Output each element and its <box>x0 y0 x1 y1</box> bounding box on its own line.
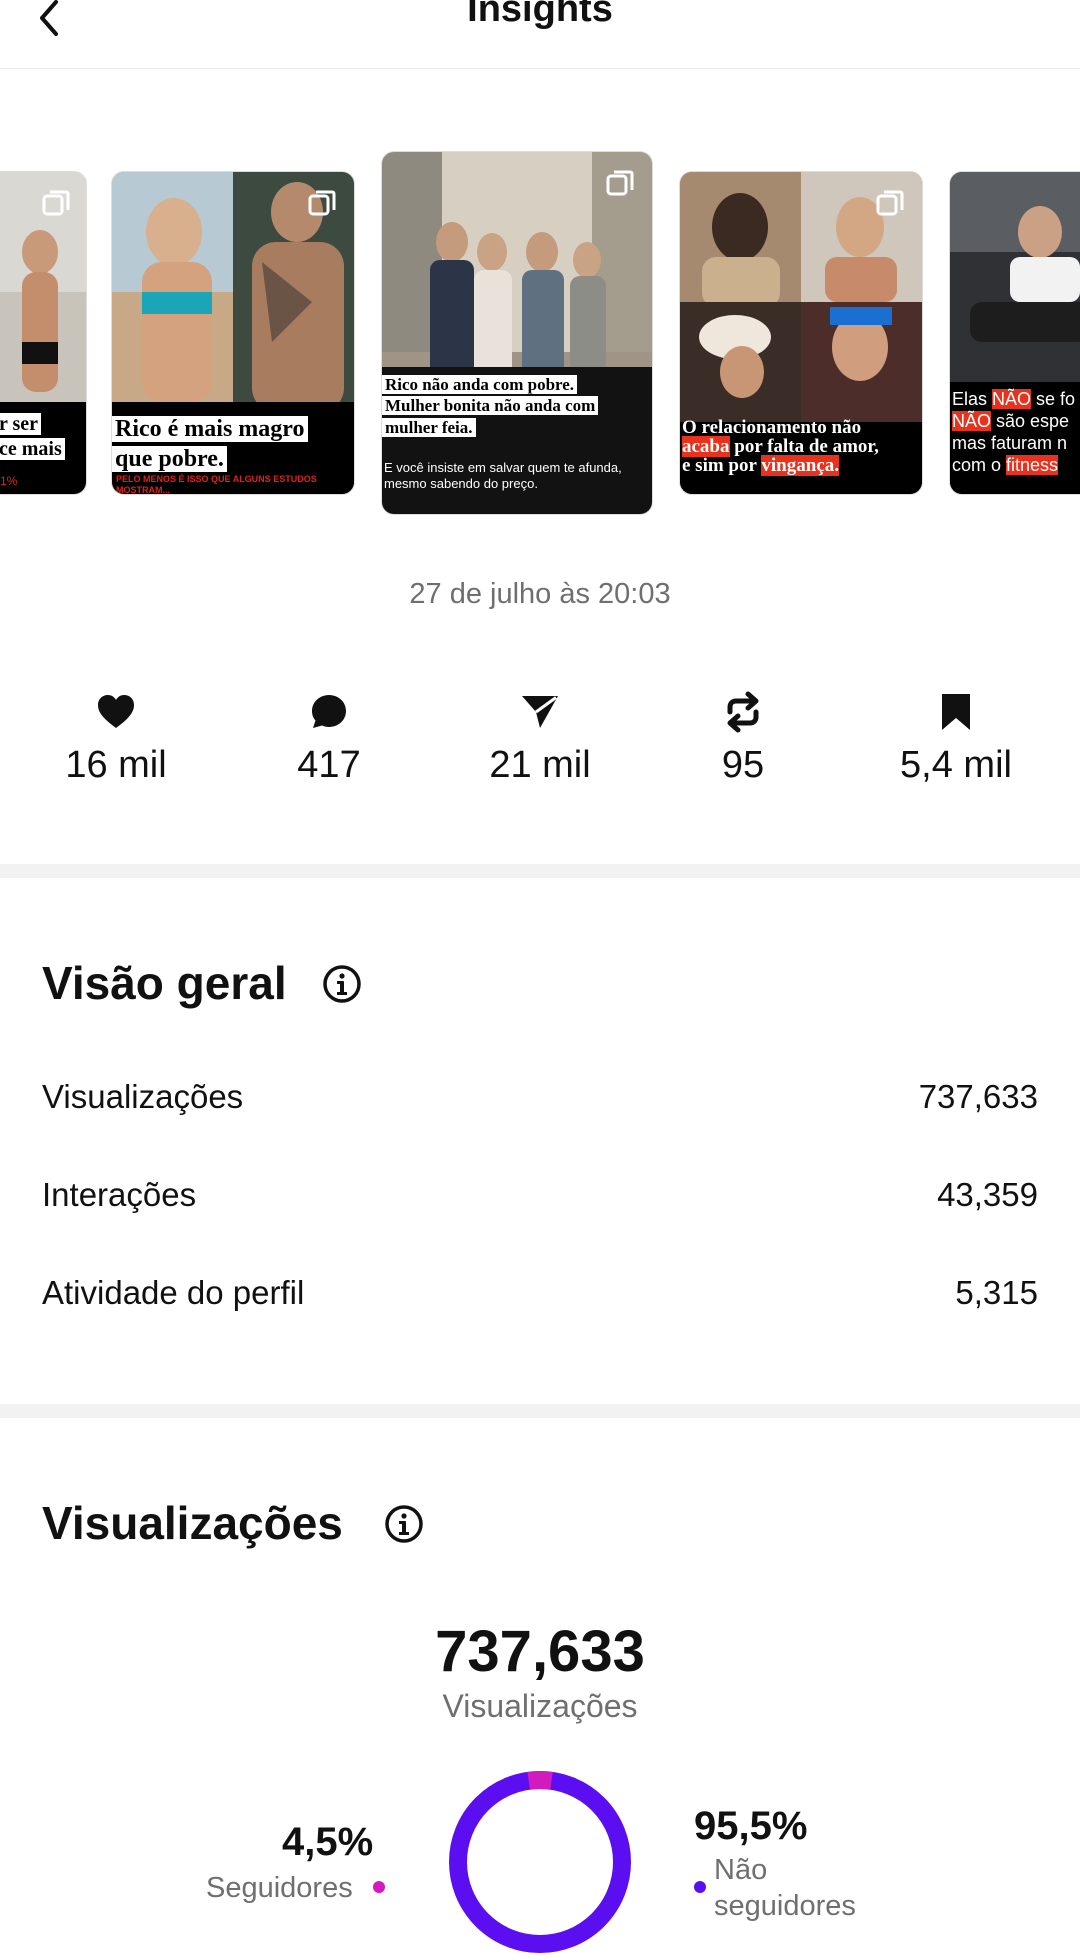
views-donut-chart <box>449 1771 631 1953</box>
card-3-caption-line-2: Mulher bonita não anda com <box>382 396 599 416</box>
row-value: 737,633 <box>918 1078 1038 1115</box>
bookmark-icon <box>942 694 970 730</box>
section-divider <box>0 864 1080 878</box>
row-value: 5,315 <box>955 1274 1038 1311</box>
card-4-caption-line-3: e sim por <box>682 455 762 476</box>
card-5-highlight-2: NÃO <box>952 411 992 431</box>
donut-non-followers-arc <box>449 1771 631 1953</box>
comment-icon <box>312 695 346 728</box>
multi-post-icon <box>876 190 904 216</box>
carousel-card-2[interactable]: Rico é mais magro que pobre. PELO MENOS … <box>112 172 354 494</box>
card-4-caption-line-1: O relacionamento não <box>682 417 862 438</box>
card-3-caption-line-1: Rico não anda com pobre. <box>382 375 578 394</box>
card-3-caption-line-3: mulher feia. <box>382 417 476 437</box>
card-4-highlight-1: acaba <box>682 436 730 457</box>
card-2-caption-line-2: que pobre. <box>112 446 227 472</box>
non-followers-percentage: 95,5% <box>694 1804 808 1848</box>
saves-count: 5,4 mil <box>900 744 1012 786</box>
stat-comments: 417 <box>229 690 429 787</box>
card-3-small-text: E você insiste em salvar quem te afunda,… <box>384 460 622 492</box>
card-1-small-text: 1% <box>0 474 18 488</box>
views-title: Visualizações <box>42 1497 343 1549</box>
card-5-highlight-1: NÃO <box>992 389 1032 409</box>
card-5-caption-c: são espe <box>991 411 1070 431</box>
non-followers-label-line-1: Não <box>714 1854 768 1886</box>
repost-icon <box>727 691 759 733</box>
card-5-caption-d: mas faturam n <box>952 433 1068 453</box>
card-4-caption-line-2: por falta de amor, <box>729 436 879 457</box>
header: Insights <box>0 0 1080 69</box>
row-label: Visualizações <box>42 1078 244 1115</box>
page-title: Insights <box>467 0 613 30</box>
info-icon[interactable] <box>384 1504 424 1544</box>
views-total-label: Visualizações <box>442 1688 638 1724</box>
card-1-caption-line-1: r ser <box>0 413 42 435</box>
non-followers-label-line-2: seguidores <box>714 1890 856 1922</box>
stat-likes: 16 mil <box>16 690 216 787</box>
carousel-card-3-selected[interactable]: Rico não anda com pobre. Mulher bonita n… <box>382 152 652 514</box>
carousel-card-4[interactable]: O relacionamento não acaba por falta de … <box>680 172 922 494</box>
info-icon[interactable] <box>322 964 362 1004</box>
multi-post-icon <box>606 170 634 196</box>
stat-saves: 5,4 mil <box>856 690 1056 787</box>
multi-post-icon <box>308 190 336 216</box>
post-date: 27 de julho às 20:03 <box>409 578 671 610</box>
stat-reposts: 95 <box>643 690 843 787</box>
heart-icon <box>98 695 134 728</box>
followers-percentage: 4,5% <box>282 1820 374 1864</box>
post-carousel[interactable]: r ser ce mais 1% Rico é mais magro que p… <box>0 150 1080 520</box>
stat-shares: 21 mil <box>440 690 640 787</box>
carousel-card-5[interactable]: Elas NÃO se fo NÃO são espe mas faturam … <box>950 172 1080 494</box>
card-4-highlight-2: vingança. <box>761 455 839 476</box>
engagement-stats: 16 mil 417 21 mil 95 5,4 mil <box>0 690 1080 820</box>
views-total: 737,633 <box>435 1619 645 1684</box>
row-value: 43,359 <box>937 1176 1038 1213</box>
card-5-caption-b: se fo <box>1031 389 1076 409</box>
followers-legend-dot <box>373 1881 385 1893</box>
card-2-caption-line-1: Rico é mais magro <box>112 416 308 442</box>
likes-count: 16 mil <box>65 744 167 786</box>
comments-count: 417 <box>297 744 361 786</box>
card-5-highlight-3: fitness <box>1006 455 1059 475</box>
share-icon <box>522 696 558 728</box>
shares-count: 21 mil <box>489 744 591 786</box>
card-2-small-text: PELO MENOS É ISSO QUE ALGUNS ESTUDOS MOS… <box>116 474 317 494</box>
card-5-caption-a: Elas <box>952 389 993 409</box>
row-label: Atividade do perfil <box>42 1274 305 1311</box>
multi-post-icon <box>42 190 70 216</box>
non-followers-legend-dot <box>694 1881 706 1893</box>
followers-label: Seguidores <box>206 1872 353 1904</box>
card-1-caption-line-2: ce mais <box>0 438 65 460</box>
carousel-card-1[interactable]: r ser ce mais 1% <box>0 172 86 494</box>
row-label: Interações <box>42 1176 197 1213</box>
reposts-count: 95 <box>721 744 765 786</box>
overview-title: Visão geral <box>42 957 287 1009</box>
card-5-caption-e: com o <box>952 455 1007 475</box>
section-divider <box>0 1404 1080 1418</box>
